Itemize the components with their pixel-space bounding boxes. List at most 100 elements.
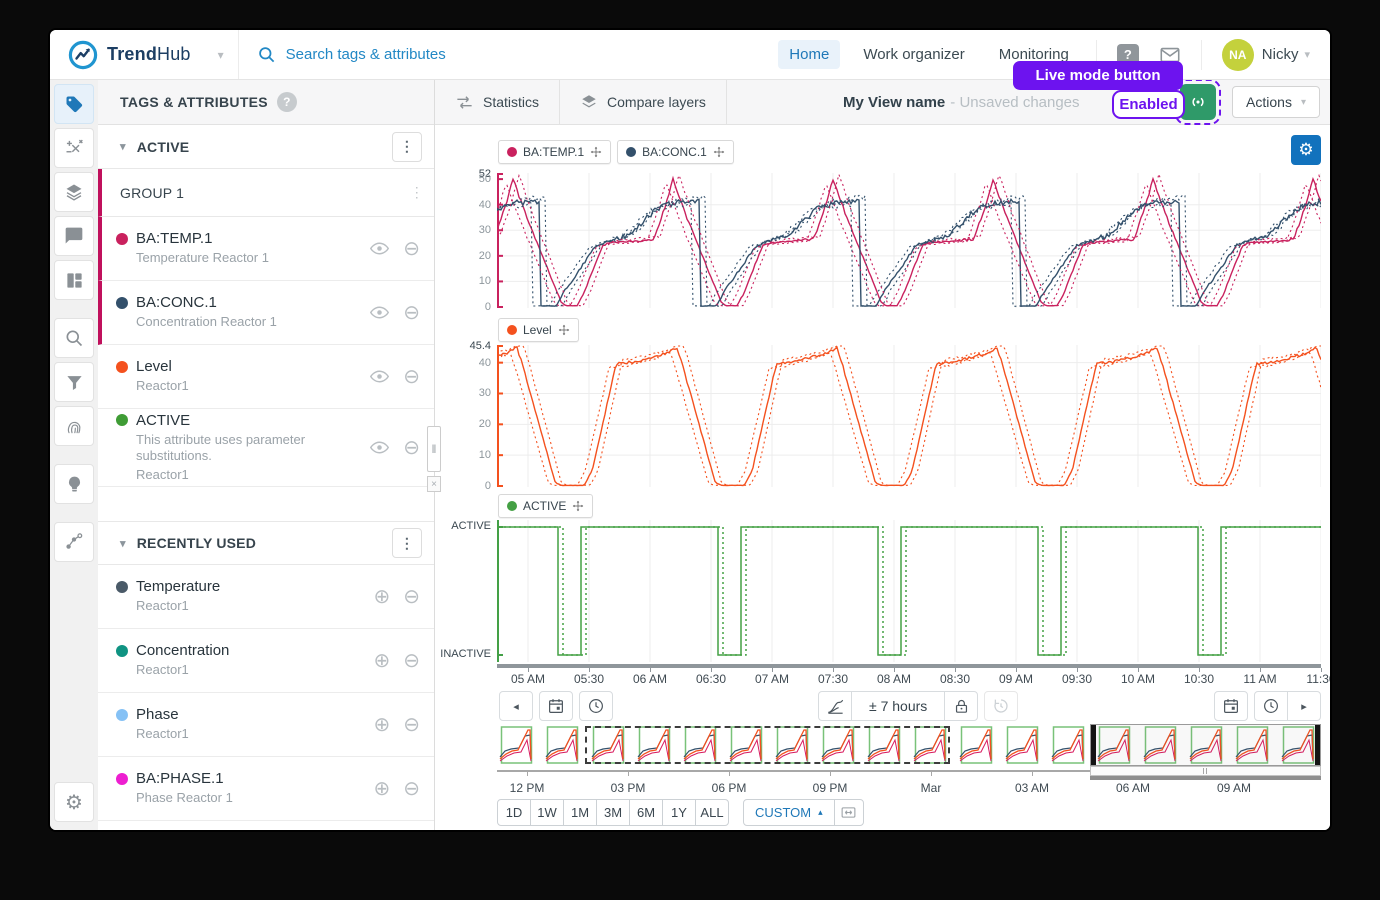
range-button-6m[interactable]: 6M xyxy=(629,799,663,826)
y-tick-label: 30 xyxy=(479,224,491,236)
search-input[interactable]: Search tags & attributes xyxy=(239,45,464,64)
statistics-button[interactable]: Statistics xyxy=(435,80,560,124)
actions-button[interactable]: Actions ▾ xyxy=(1232,86,1320,118)
pan-right-button[interactable]: ▸ xyxy=(1287,691,1321,721)
brand-chevron-down-icon[interactable]: ▾ xyxy=(218,48,224,62)
panel-help-icon[interactable]: ? xyxy=(277,92,297,112)
x-axis-bar[interactable] xyxy=(497,664,1321,668)
rail-dashboard-button[interactable] xyxy=(54,260,94,300)
group-1-row[interactable]: GROUP 1 ⋮ xyxy=(98,169,434,217)
chart1-plot[interactable] xyxy=(497,173,1321,308)
chart2-plot[interactable] xyxy=(497,345,1321,487)
tag-row-ba-temp-1[interactable]: BA:TEMP.1 Temperature Reactor 1 ⊖ xyxy=(98,217,434,281)
pan-left-button[interactable]: ◂ xyxy=(499,691,533,721)
time-end-button[interactable] xyxy=(1254,691,1288,721)
expand-range-button[interactable] xyxy=(834,799,864,826)
remove-icon[interactable]: ⊖ xyxy=(403,779,420,799)
rail-search-button[interactable] xyxy=(54,318,94,358)
recent-row-concentration[interactable]: Concentration Reactor1 ⊕ ⊖ xyxy=(98,629,434,693)
visibility-eye-icon[interactable] xyxy=(369,437,390,458)
range-button-all[interactable]: ALL xyxy=(695,799,729,826)
node-graph-icon xyxy=(64,532,84,552)
nav-work-organizer[interactable]: Work organizer xyxy=(852,40,975,69)
compare-layers-button[interactable]: Compare layers xyxy=(560,80,727,124)
move-icon[interactable] xyxy=(572,500,584,512)
lock-duration-button[interactable] xyxy=(944,691,978,721)
tag-row-level[interactable]: Level Reactor1 ⊖ xyxy=(98,345,434,409)
section-active[interactable]: ▾ ACTIVE ⋮ xyxy=(98,125,434,169)
panel-resize-handle[interactable]: ‖ xyxy=(427,426,441,472)
live-mode-button[interactable] xyxy=(1180,84,1216,120)
window-left-handle[interactable] xyxy=(1091,725,1096,765)
recent-row-ba-phase-1[interactable]: BA:PHASE.1 Phase Reactor 1 ⊕ ⊖ xyxy=(98,757,434,821)
range-button-1d[interactable]: 1D xyxy=(497,799,531,826)
move-icon[interactable] xyxy=(590,146,602,158)
rail-recommendations-button[interactable] xyxy=(54,464,94,504)
visibility-eye-icon[interactable] xyxy=(369,302,390,323)
rail-filter-button[interactable] xyxy=(54,362,94,402)
y-tick-label: 40 xyxy=(479,199,491,211)
range-button-1m[interactable]: 1M xyxy=(563,799,597,826)
chart3-plot[interactable] xyxy=(497,520,1321,662)
window-drag-grip[interactable]: II xyxy=(1090,766,1321,776)
panel-collapse-button[interactable]: × xyxy=(427,476,441,492)
remove-icon[interactable]: ⊖ xyxy=(403,715,420,735)
reset-time-button[interactable] xyxy=(984,691,1018,721)
comment-icon xyxy=(64,226,84,246)
add-icon[interactable]: ⊕ xyxy=(373,779,390,799)
remove-icon[interactable]: ⊖ xyxy=(403,239,420,259)
legend-chip-level[interactable]: Level xyxy=(498,318,579,342)
legend-chip-active[interactable]: ACTIVE xyxy=(498,494,593,518)
recent-row-temperature[interactable]: Temperature Reactor1 ⊕ ⊖ xyxy=(98,565,434,629)
window-right-handle[interactable] xyxy=(1315,725,1320,765)
remove-icon[interactable]: ⊖ xyxy=(403,587,420,607)
chart-settings-button[interactable]: ⚙ xyxy=(1291,135,1321,165)
duration-button[interactable]: ± 7 hours xyxy=(851,691,945,721)
recent-section-menu-button[interactable]: ⋮ xyxy=(392,528,422,558)
live-mode-enabled-badge[interactable]: Enabled xyxy=(1112,90,1185,119)
group-menu-button[interactable]: ⋮ xyxy=(400,184,434,201)
timeline-scrollbar[interactable] xyxy=(1090,776,1321,780)
rail-tags-button[interactable] xyxy=(54,84,94,124)
nav-home[interactable]: Home xyxy=(778,40,840,69)
range-button-1y[interactable]: 1Y xyxy=(662,799,696,826)
legend-chip-ba-temp-1[interactable]: BA:TEMP.1 xyxy=(498,140,611,164)
move-icon[interactable] xyxy=(713,146,725,158)
legend-chip-ba-conc-1[interactable]: BA:CONC.1 xyxy=(617,140,734,164)
visibility-eye-icon[interactable] xyxy=(369,238,390,259)
active-section-menu-button[interactable]: ⋮ xyxy=(392,132,422,162)
user-name[interactable]: Nicky xyxy=(1262,46,1299,63)
tag-row-active[interactable]: ACTIVE This attribute uses parameter sub… xyxy=(98,409,434,487)
user-chevron-down-icon[interactable]: ▾ xyxy=(1304,48,1310,61)
add-icon[interactable]: ⊕ xyxy=(373,587,390,607)
range-button-1w[interactable]: 1W xyxy=(530,799,564,826)
remove-icon[interactable]: ⊖ xyxy=(403,438,420,458)
brand-menu[interactable]: TrendHub ▾ xyxy=(50,40,238,70)
timeline-overview[interactable] xyxy=(497,726,1321,764)
remove-icon[interactable]: ⊖ xyxy=(403,303,420,323)
rail-comments-button[interactable] xyxy=(54,216,94,256)
add-icon[interactable]: ⊕ xyxy=(373,651,390,671)
time-start-button[interactable] xyxy=(579,691,613,721)
rail-layers-button[interactable] xyxy=(54,172,94,212)
tag-row-ba-conc-1[interactable]: BA:CONC.1 Concentration Reactor 1 ⊖ xyxy=(98,281,434,345)
calendar-end-button[interactable] xyxy=(1214,691,1248,721)
rail-context-button[interactable] xyxy=(54,522,94,562)
chart-type-button[interactable] xyxy=(818,691,852,721)
custom-range-button[interactable]: CUSTOM ▴ xyxy=(743,799,835,826)
rail-settings-button[interactable]: ⚙ xyxy=(54,782,94,822)
compare-selection-rect[interactable] xyxy=(585,726,950,764)
rail-formulas-button[interactable] xyxy=(54,128,94,168)
calendar-start-button[interactable] xyxy=(539,691,573,721)
range-button-3m[interactable]: 3M xyxy=(596,799,630,826)
current-view-window[interactable] xyxy=(1090,724,1321,766)
user-avatar[interactable]: NA xyxy=(1222,39,1254,71)
visibility-eye-icon[interactable] xyxy=(369,366,390,387)
recent-row-phase[interactable]: Phase Reactor1 ⊕ ⊖ xyxy=(98,693,434,757)
remove-icon[interactable]: ⊖ xyxy=(403,651,420,671)
add-icon[interactable]: ⊕ xyxy=(373,715,390,735)
rail-fingerprint-button[interactable] xyxy=(54,406,94,446)
move-icon[interactable] xyxy=(558,324,570,336)
remove-icon[interactable]: ⊖ xyxy=(403,367,420,387)
section-recently-used[interactable]: ▾ RECENTLY USED ⋮ xyxy=(98,521,434,565)
